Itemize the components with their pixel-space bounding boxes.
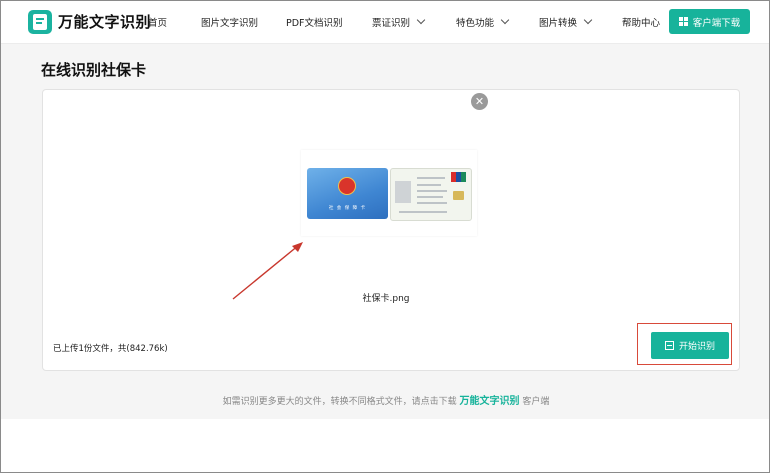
footer-prefix: 如需识别更多更大的文件，转换不同格式文件，请点击下载 bbox=[222, 397, 457, 407]
nav-item-features[interactable]: 特色功能 bbox=[456, 15, 510, 29]
chip-icon bbox=[453, 191, 464, 200]
footer-brand-link[interactable]: 万能文字识别 bbox=[460, 396, 520, 407]
card-back-image bbox=[390, 168, 472, 221]
close-icon: ✕ bbox=[474, 95, 485, 108]
nav-item-ticket-ocr[interactable]: 票证识别 bbox=[372, 15, 426, 29]
chevron-down-icon bbox=[500, 15, 510, 25]
page-title: 在线识别社保卡 bbox=[41, 61, 147, 79]
remove-file-button[interactable]: ✕ bbox=[471, 93, 488, 110]
brand-name[interactable]: 万能文字识别 bbox=[58, 11, 151, 32]
upload-status: 已上传1份文件，共(842.76k) bbox=[53, 344, 168, 354]
emblem-icon bbox=[338, 177, 356, 195]
footer-suffix: 客户端 bbox=[522, 397, 550, 407]
top-nav: 万能文字识别 首页 图片文字识别 PDF文档识别 票证识别 特色功能 图片转换 … bbox=[1, 1, 769, 44]
client-download-label: 客户端下载 bbox=[692, 17, 741, 29]
nav-item-pdf-ocr[interactable]: PDF文档识别 bbox=[286, 15, 343, 29]
scan-icon bbox=[664, 341, 674, 350]
unionpay-logo-icon bbox=[451, 172, 466, 182]
file-thumbnail: 社 会 保 障 卡 bbox=[301, 150, 477, 236]
logo-icon[interactable] bbox=[28, 10, 52, 34]
nav-item-home[interactable]: 首页 bbox=[148, 15, 167, 29]
chevron-down-icon bbox=[416, 15, 426, 25]
client-download-button[interactable]: 客户端下载 bbox=[669, 9, 750, 34]
chevron-down-icon bbox=[583, 15, 593, 25]
nav-item-help[interactable]: 帮助中心 bbox=[622, 15, 660, 29]
nav-item-image-ocr[interactable]: 图片文字识别 bbox=[201, 15, 258, 29]
start-recognition-label: 开始识别 bbox=[678, 342, 715, 352]
card-front-title: 社 会 保 障 卡 bbox=[328, 206, 367, 211]
portrait-icon bbox=[395, 181, 411, 203]
nav-item-image-convert[interactable]: 图片转换 bbox=[539, 15, 593, 29]
start-recognition-button[interactable]: 开始识别 bbox=[651, 332, 729, 359]
file-name: 社保卡.png bbox=[362, 294, 410, 304]
footer-note: 如需识别更多更大的文件，转换不同格式文件，请点击下载 万能文字识别 客户端 bbox=[1, 392, 770, 407]
windows-icon bbox=[678, 17, 688, 26]
card-front-image: 社 会 保 障 卡 bbox=[307, 168, 388, 219]
